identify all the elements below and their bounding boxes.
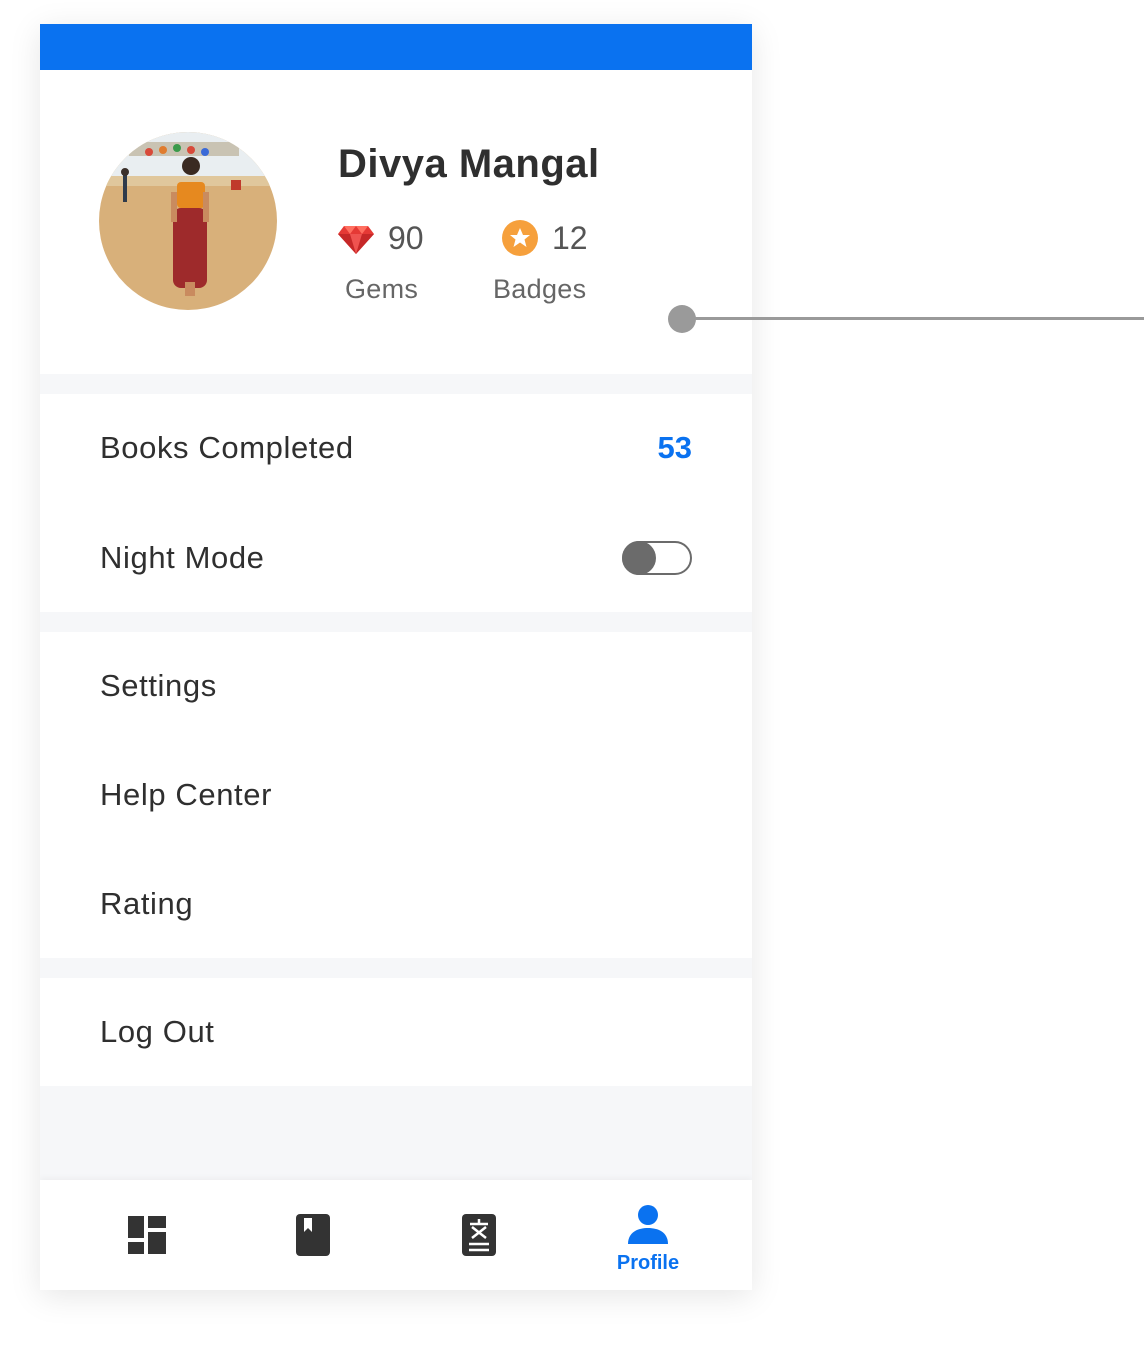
callout-dot bbox=[668, 305, 696, 333]
gem-icon bbox=[338, 226, 374, 254]
badges-count: 12 bbox=[552, 219, 588, 256]
reading-stats-card: Books Completed 53 Night Mode bbox=[40, 394, 752, 612]
night-mode-row: Night Mode bbox=[40, 504, 752, 612]
badges-label: Badges bbox=[493, 274, 587, 304]
avatar-photo bbox=[99, 132, 277, 310]
profile-header: Divya Mangal 90 Gems 12 Badges bbox=[40, 70, 752, 374]
tab-profile-label: Profile bbox=[616, 1252, 680, 1274]
badge-star-icon bbox=[502, 220, 538, 256]
gems-count: 90 bbox=[388, 219, 424, 256]
dashboard-icon bbox=[128, 1216, 166, 1254]
rating-label: Rating bbox=[100, 886, 194, 921]
menu-item-rating[interactable]: Rating bbox=[40, 850, 752, 958]
menu-item-settings[interactable]: Settings bbox=[40, 632, 752, 740]
night-mode-toggle[interactable] bbox=[622, 541, 692, 575]
books-completed-row: Books Completed 53 bbox=[40, 394, 752, 502]
tab-library[interactable] bbox=[224, 1180, 402, 1290]
logout-label: Log Out bbox=[100, 1014, 215, 1049]
bookmark-book-icon bbox=[296, 1214, 330, 1256]
gems-stat: 90 bbox=[336, 218, 424, 258]
menu-item-help-center[interactable]: Help Center bbox=[40, 741, 752, 849]
person-icon bbox=[628, 1205, 668, 1244]
toggle-knob bbox=[622, 541, 656, 575]
status-bar bbox=[40, 24, 752, 70]
annotation-callout bbox=[668, 305, 1144, 333]
bottom-tab-bar: Profile bbox=[40, 1180, 752, 1290]
translate-icon bbox=[462, 1214, 496, 1256]
logout-card: Log Out bbox=[40, 978, 752, 1086]
menu-card: Settings Help Center Rating bbox=[40, 632, 752, 958]
callout-line bbox=[682, 317, 1144, 320]
avatar[interactable] bbox=[99, 132, 277, 310]
tab-translate[interactable] bbox=[390, 1180, 568, 1290]
profile-screen: Divya Mangal 90 Gems 12 Badges Books Com… bbox=[40, 24, 752, 1290]
night-mode-label: Night Mode bbox=[100, 540, 265, 575]
logout-button[interactable]: Log Out bbox=[40, 978, 752, 1086]
user-name: Divya Mangal bbox=[338, 142, 600, 186]
tab-dashboard[interactable] bbox=[58, 1180, 236, 1290]
badges-stat: 12 bbox=[500, 218, 588, 258]
tab-profile[interactable]: Profile bbox=[559, 1180, 737, 1290]
settings-label: Settings bbox=[100, 668, 217, 703]
books-completed-label: Books Completed bbox=[100, 430, 354, 465]
help-center-label: Help Center bbox=[100, 777, 273, 812]
books-completed-count: 53 bbox=[657, 430, 692, 465]
gems-label: Gems bbox=[345, 274, 419, 304]
